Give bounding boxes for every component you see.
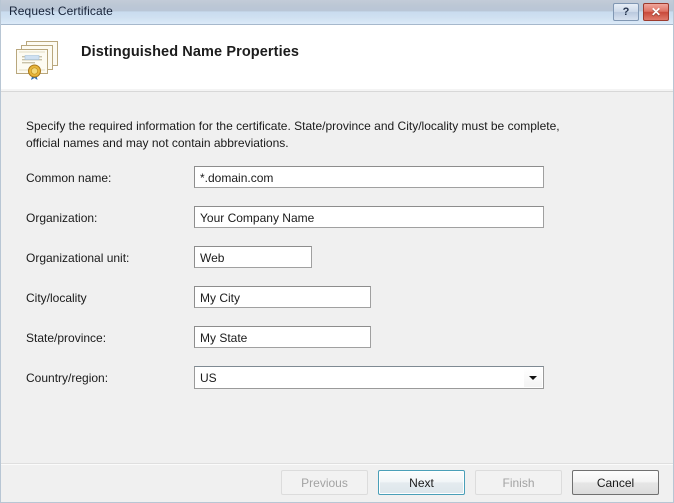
country-region-value: US bbox=[200, 370, 217, 386]
form-row-organizational-unit: Organizational unit: Web bbox=[26, 246, 556, 273]
label-state-province: State/province: bbox=[26, 331, 106, 345]
label-country-region: Country/region: bbox=[26, 371, 108, 385]
previous-button[interactable]: Previous bbox=[281, 470, 368, 495]
label-organization: Organization: bbox=[26, 211, 97, 225]
question-mark-icon: ? bbox=[623, 7, 630, 18]
next-button[interactable]: Next bbox=[378, 470, 465, 495]
instructions-text: Specify the required information for the… bbox=[26, 118, 571, 152]
finish-button[interactable]: Finish bbox=[475, 470, 562, 495]
close-button[interactable]: ✕ bbox=[643, 3, 669, 21]
chevron-down-icon[interactable] bbox=[524, 368, 542, 387]
certificate-stack-icon bbox=[13, 37, 61, 81]
label-city-locality: City/locality bbox=[26, 291, 87, 305]
cancel-button[interactable]: Cancel bbox=[572, 470, 659, 495]
common-name-input[interactable]: *.domain.com bbox=[194, 166, 544, 188]
form-row-city-locality: City/locality My City bbox=[26, 286, 556, 313]
country-region-select[interactable]: US bbox=[194, 366, 544, 389]
form-row-state-province: State/province: My State bbox=[26, 326, 556, 353]
form-row-organization: Organization: Your Company Name bbox=[26, 206, 556, 233]
request-certificate-dialog: Request Certificate ? ✕ bbox=[0, 0, 674, 503]
state-province-input[interactable]: My State bbox=[194, 326, 371, 348]
titlebar: Request Certificate ? ✕ bbox=[1, 0, 673, 25]
dialog-header: Distinguished Name Properties bbox=[1, 25, 673, 92]
organization-input[interactable]: Your Company Name bbox=[194, 206, 544, 228]
distinguished-name-form: Common name: *.domain.com Organization: … bbox=[26, 166, 556, 406]
window-title: Request Certificate bbox=[9, 4, 113, 18]
dialog-body: Specify the required information for the… bbox=[1, 92, 673, 463]
label-common-name: Common name: bbox=[26, 171, 111, 185]
page-title: Distinguished Name Properties bbox=[81, 44, 299, 60]
close-icon: ✕ bbox=[651, 6, 661, 18]
form-row-common-name: Common name: *.domain.com bbox=[26, 166, 556, 193]
help-button[interactable]: ? bbox=[613, 3, 639, 21]
footer-button-group: Previous Next Finish Cancel bbox=[281, 470, 659, 495]
titlebar-buttons: ? ✕ bbox=[613, 3, 669, 21]
label-organizational-unit: Organizational unit: bbox=[26, 251, 129, 265]
city-locality-input[interactable]: My City bbox=[194, 286, 371, 308]
form-row-country-region: Country/region: US bbox=[26, 366, 556, 393]
dialog-footer: Previous Next Finish Cancel bbox=[1, 463, 673, 503]
organizational-unit-input[interactable]: Web bbox=[194, 246, 312, 268]
